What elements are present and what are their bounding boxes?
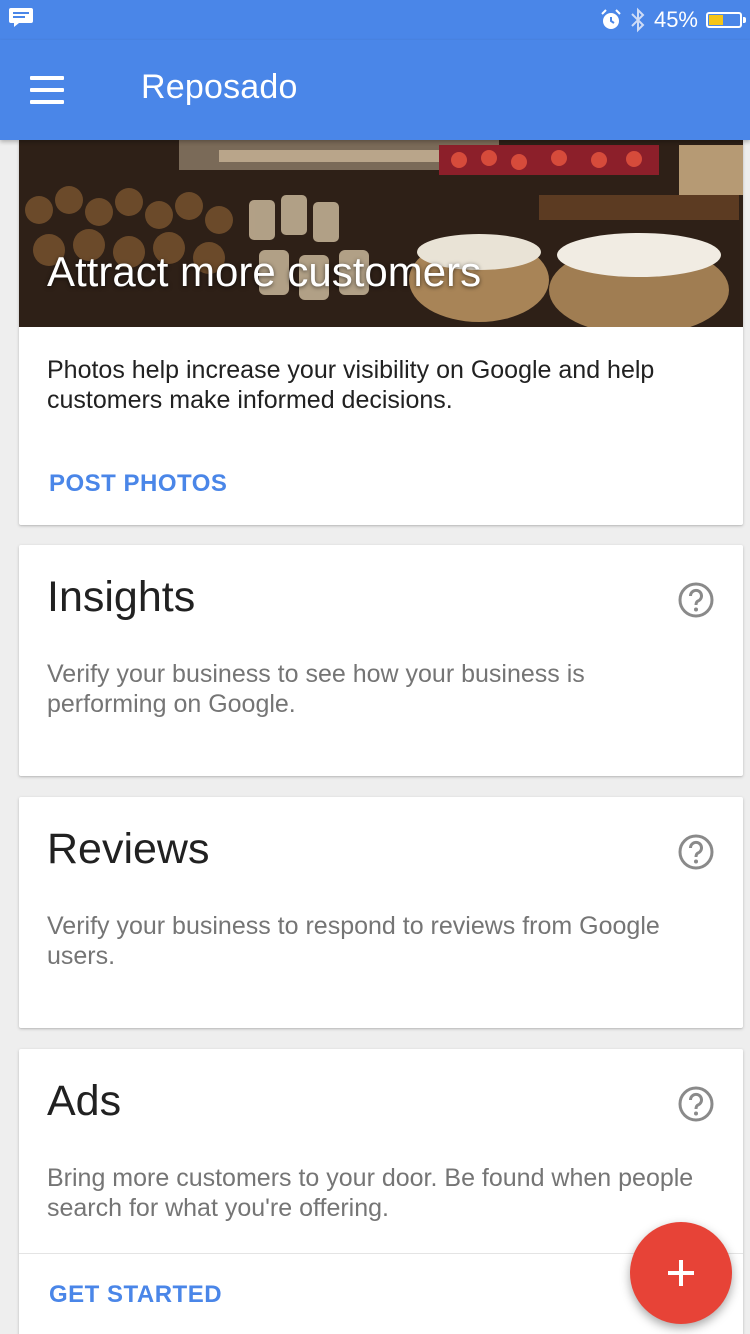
photos-card-body: Photos help increase your visibility on … [47,356,655,414]
app-title: Reposado [141,68,298,106]
store-shelves-image [19,140,743,327]
help-icon[interactable] [677,833,715,871]
insights-card: Insights Verify your business to see how… [19,545,743,776]
ads-heading: Ads [47,1077,122,1125]
add-button[interactable] [630,1222,732,1324]
alarm-icon [601,9,621,29]
content-scroll[interactable]: Attract more customers Photos help incre… [0,140,750,1334]
message-icon [9,8,33,27]
hamburger-menu-icon[interactable] [30,70,74,110]
help-icon[interactable] [677,1085,715,1123]
battery-fill [709,15,723,25]
status-bar: 45% [0,0,750,40]
post-photos-button[interactable]: POST PHOTOS [49,470,227,498]
bluetooth-icon [631,7,645,33]
battery-percent: 45% [653,7,698,32]
hero-title: Attract more customers [47,248,482,295]
reviews-card: Reviews Verify your business to respond … [19,797,743,1028]
get-started-button[interactable]: GET STARTED [49,1281,222,1309]
photos-card: Attract more customers Photos help incre… [19,140,743,525]
battery-icon [706,12,746,28]
app-bar: Reposado [0,40,750,140]
hero-image: Attract more customers [19,140,743,327]
ads-description: Bring more customers to your door. Be fo… [47,1164,694,1222]
insights-description: Verify your business to see how your bus… [47,660,585,718]
help-icon[interactable] [677,581,715,619]
insights-heading: Insights [47,573,196,621]
reviews-description: Verify your business to respond to revie… [47,912,660,970]
reviews-heading: Reviews [47,825,210,873]
